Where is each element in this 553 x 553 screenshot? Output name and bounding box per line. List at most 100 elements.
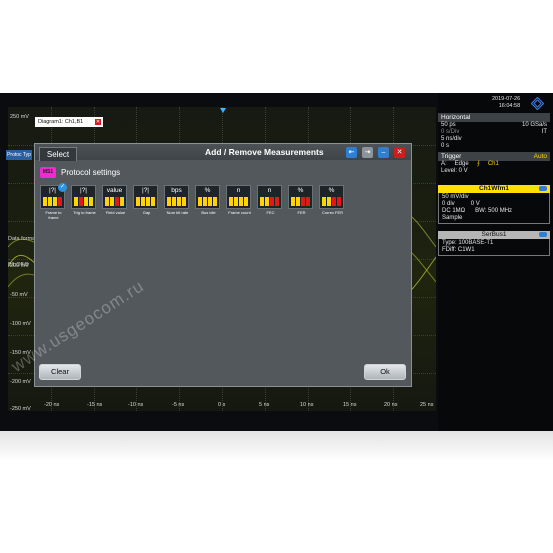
measurement-symbol: % [204,187,211,194]
x-tick-label: 20 ns [384,402,398,408]
select-tab[interactable]: Select [39,147,77,161]
time-text: 16:04:58 [498,103,521,109]
measurement-item[interactable]: % Bus idle [195,185,222,215]
horizontal-title: Horizontal [438,113,550,122]
sample-rate: 10 GSa/s [521,122,547,128]
acq-mode: IT [541,129,547,135]
y-tick-label: -200 mV [10,379,31,385]
data-format-text: Data format [8,236,37,242]
data-format-label: Data format [8,236,37,243]
channel-panel[interactable]: Ch1Wfm1 50 mV/div 0 div 0 V DC 1MΩ BW: 500… [438,185,550,224]
measurement-item[interactable]: bps Num bit rate [164,185,191,215]
x-tick-label: -10 ns [128,402,144,408]
measurement-item[interactable]: |?| Gap [133,185,160,215]
add-remove-measurements-dialog: Select Add / Remove Measurements ⇤ ⇥ – ✕… [34,143,412,387]
protocol-settings-icon: MS1 [40,166,56,178]
measurement-item[interactable]: |?| ✓ Frame to frame [40,183,67,220]
x-tick-label: 25 ns [420,402,434,408]
x-tick-label: -5 ns [172,402,185,408]
y-tick-label: -50 mV [10,292,28,298]
measurement-label: Trig to frame [73,210,96,215]
y-tick-label: 250 mV [10,114,29,120]
checkmark-icon: ✓ [58,183,67,192]
measurement-symbol: n [267,187,272,194]
bus-idle-icon: % [195,185,220,209]
serbus-menu-button[interactable] [539,232,547,237]
protocol-settings[interactable]: MS1 Protocol settings [40,166,120,178]
channel-title: Ch1Wfm1 [479,185,509,192]
arrow-left-icon[interactable]: ⇤ [346,147,357,158]
sample-time: 50 ps [441,122,456,128]
trigger-type: Edge [454,161,469,167]
bus-source: FDiff: C1W1 [442,247,475,253]
x-tick-label: -20 ns [44,402,60,408]
serbus-panel[interactable]: SerBus1 Type: 100BASE-T1 FDiff: C1W1 [438,231,550,256]
vertical-position: 0 div [442,201,455,207]
measurement-label: Frame count [228,210,251,215]
correc-fer-icon: % [319,185,344,209]
dialog-titlebar: Select Add / Remove Measurements ⇤ ⇥ – ✕ [35,144,411,161]
channel-menu-button[interactable] [539,186,547,191]
protocol-type-button[interactable]: Protoc Typ [6,150,32,160]
screen-reflection [0,431,553,461]
time-scale: 5 ns/div [441,136,462,142]
coupling: DC 1MΩ [442,208,466,214]
datetime: 2019-07-26 16:04:58 [492,96,520,110]
trigger-title: Trigger [441,153,462,160]
measurement-item[interactable]: % FER [288,185,315,215]
edge-icon: ⨍ [476,161,480,167]
trigger-slot: A: [441,161,447,167]
trigger-panel[interactable]: Trigger Auto A: Edge ⨍ Ch1 Level: 0 V [438,152,550,175]
measurement-symbol: |?| [142,187,149,194]
ok-button[interactable]: Ok [364,364,406,380]
clear-button[interactable]: Clear [39,364,81,380]
y-tick-label: -250 mV [10,406,31,412]
acq-type: Sample [442,215,463,221]
arrow-right-icon[interactable]: ⇥ [362,147,373,158]
measurement-symbol: |?| [80,187,87,194]
measurement-label: Num bit rate [166,210,189,215]
trigger-source: Ch1 [487,161,499,167]
measurement-item[interactable]: n FEC [257,185,284,215]
horizontal-panel[interactable]: Horizontal 50 ps 10 GSa/s 0 s/Div IT 5 ns/… [438,113,550,150]
date-text: 2019-07-26 [492,96,521,102]
measurement-item[interactable]: % Correc FER [319,185,346,215]
y-tick-label: -100 mV [10,321,31,327]
fec-icon: n [257,185,282,209]
measurement-item[interactable]: |?| Trig to frame [71,185,98,215]
measurement-label: Bus idle [201,210,216,215]
bus-offset-label: B1:Off:B [8,262,29,268]
frame-count-icon: n [226,185,251,209]
protocol-settings-label: Protocol settings [61,167,121,177]
close-icon[interactable]: ✕ [394,147,405,158]
measurement-item[interactable]: value Field value [102,185,129,215]
measurement-label: Gap [142,210,151,215]
x-tick-label: -15 ns [87,402,103,408]
frame-to-frame-icon: |?| ✓ [40,183,67,209]
x-tick-label: 10 ns [300,402,314,408]
trig-to-frame-icon: |?| [71,185,96,209]
measurement-item[interactable]: n Frame count [226,185,253,215]
trigger-level: Level: 0 V [441,168,468,174]
measurement-symbol: bps [171,187,182,194]
x-tick-label: 15 ns [343,402,357,408]
x-tick-label: 0 s [218,402,226,408]
close-icon[interactable]: ✕ [95,119,101,125]
minimize-icon[interactable]: – [378,147,389,158]
trigger-mode: Auto [533,153,547,160]
diagram-tab[interactable]: Diagram1: Ch1,B1 ✕ [35,117,103,127]
x-tick-label: 5 ns [259,402,270,408]
gap-icon: |?| [133,185,158,209]
diagram-tab-label: Diagram1: Ch1,B1 [38,119,84,125]
measurement-symbol: value [106,187,123,194]
measurement-symbol: n [236,187,241,194]
measurement-label: Frame to frame [45,210,62,220]
vertical-offset: 0 V [470,201,480,207]
measurement-symbol: % [328,187,335,194]
measurement-label: FER [297,210,306,215]
dialog-title: Add / Remove Measurements [205,147,324,157]
measurement-label: Correc FER [321,210,344,215]
measurement-label: FEC [266,210,275,215]
brand-logo-icon [531,97,544,110]
field-value-icon: value [102,185,127,209]
